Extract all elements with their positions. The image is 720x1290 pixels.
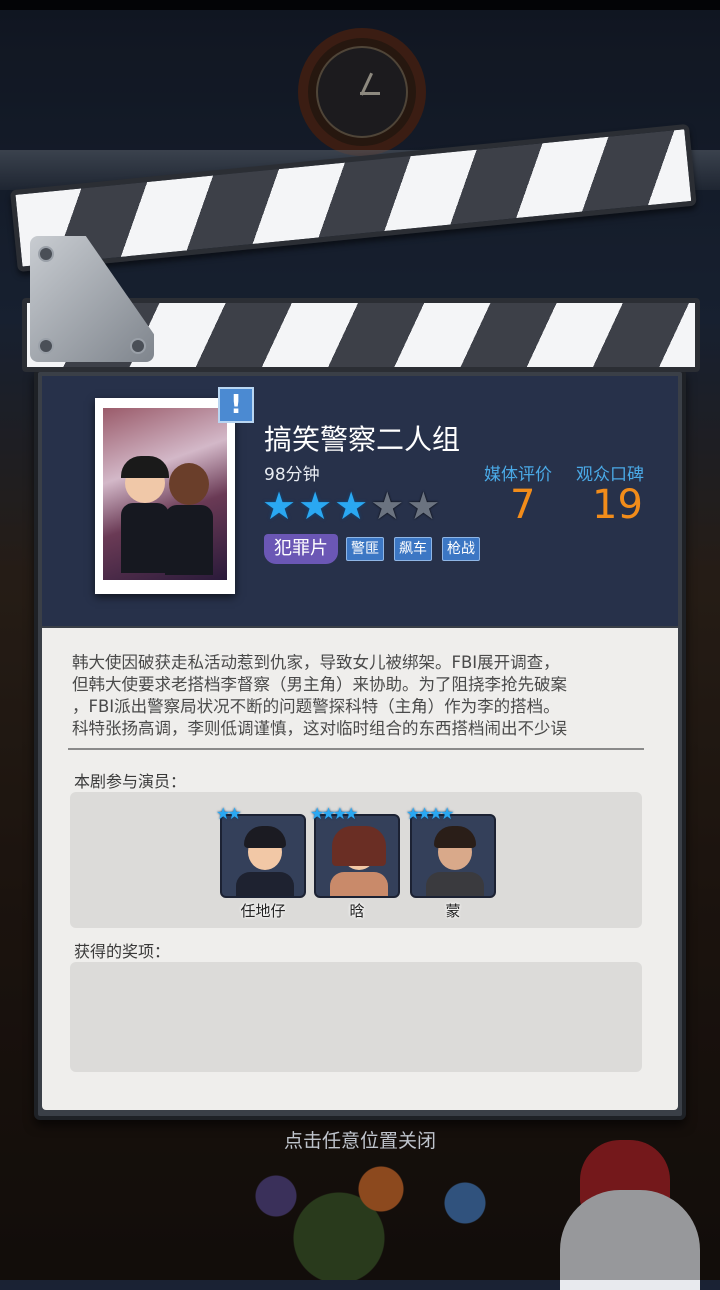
- poster-image: [103, 408, 227, 580]
- description-line: 但韩大使要求老搭档李督察（男主角）来协助。为了阻挠李抢先破案: [72, 675, 567, 694]
- star-icon: ★: [334, 484, 369, 528]
- genre-badge: 犯罪片: [264, 534, 338, 564]
- tag-badge: 枪战: [442, 537, 480, 561]
- actor-name: 任地仔: [240, 902, 286, 920]
- close-hint[interactable]: 点击任意位置关闭: [0, 1126, 720, 1153]
- star-icon: ★: [370, 484, 405, 528]
- rating-stars: ★ ★ ★ ★ ★: [262, 486, 440, 526]
- movie-poster: [95, 398, 235, 594]
- actor-name: 晗: [349, 902, 365, 920]
- actor-card[interactable]: [410, 814, 496, 898]
- tag-badge: 警匪: [346, 537, 384, 561]
- alert-icon[interactable]: !: [218, 387, 254, 423]
- actor-card[interactable]: [314, 814, 400, 898]
- actor-name: 蒙: [445, 902, 461, 920]
- movie-description: 韩大使因破获走私活动惹到仇家，导致女儿被绑架。FBI展开调查， 但韩大使要求老搭…: [72, 652, 648, 740]
- movie-title: 搞笑警察二人组: [264, 423, 461, 456]
- description-line: ，FBI派出警察局状况不断的问题警探科特（主角）作为李的搭档。: [72, 697, 560, 716]
- tag-badge: 飙车: [394, 537, 432, 561]
- awards-box: [70, 962, 642, 1072]
- divider: [68, 748, 644, 750]
- description-line: 韩大使因破获走私活动惹到仇家，导致女儿被绑架。FBI展开调查，: [72, 653, 560, 672]
- media-rating-score: 7: [510, 482, 536, 528]
- actor-stars: ★★★★: [310, 804, 358, 823]
- screw-icon: [130, 338, 146, 354]
- actor-card[interactable]: [220, 814, 306, 898]
- star-icon: ★: [406, 484, 441, 528]
- actor-stars: ★★★★: [406, 804, 454, 823]
- audience-rating-score: 19: [592, 482, 643, 528]
- actor-stars: ★★: [216, 804, 242, 823]
- movie-duration: 98分钟: [264, 465, 320, 485]
- screw-icon: [38, 338, 54, 354]
- star-icon: ★: [262, 484, 297, 528]
- star-icon: ★: [298, 484, 333, 528]
- description-line: 科特张扬高调，李则低调谨慎，这对临时组合的东西搭档闹出不少误: [72, 719, 567, 738]
- screw-icon: [38, 246, 54, 262]
- cast-section-label: 本剧参与演员：: [74, 772, 187, 791]
- awards-section-label: 获得的奖项：: [74, 942, 171, 961]
